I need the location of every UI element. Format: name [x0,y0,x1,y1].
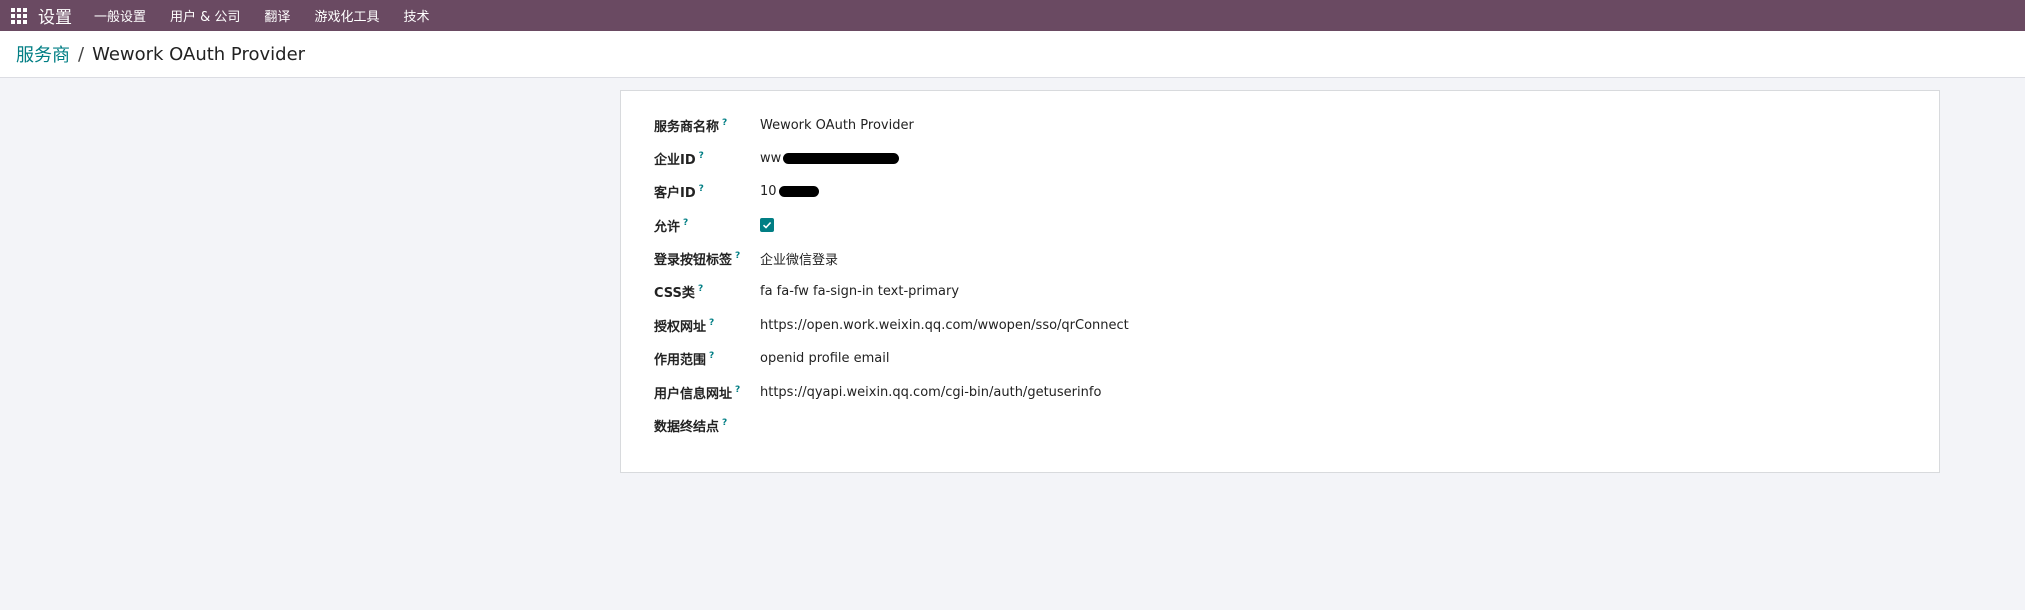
menu-general-settings[interactable]: 一般设置 [94,6,146,25]
field-data-endpoint: 数据终结点? [654,415,760,435]
field-label: 作用范围? [654,351,715,368]
check-icon [762,221,772,229]
breadcrumb-current: Wework OAuth Provider [92,43,306,65]
client-id-value[interactable]: 10 [760,184,819,199]
userinfo-url-value[interactable]: https://qyapi.weixin.qq.com/cgi-bin/auth… [760,385,1101,400]
field-label: 允许? [654,218,689,235]
field-label: 数据终结点? [654,418,728,435]
field-label: 客户ID? [654,184,704,201]
apps-menu-icon[interactable] [0,0,38,31]
help-icon[interactable]: ? [735,251,740,261]
help-icon[interactable]: ? [722,118,727,128]
help-icon[interactable]: ? [735,385,740,395]
help-icon[interactable]: ? [699,184,704,194]
app-brand[interactable]: 设置 [38,3,72,28]
enabled-checkbox[interactable] [760,218,774,232]
field-css-class: CSS类? fa fa-fw fa-sign-in text-primary [654,281,959,301]
form-sheet: 服务商名称? Wework OAuth Provider 企业ID? ww 客户… [620,90,1940,473]
menu-users-companies[interactable]: 用户 & 公司 [170,6,240,25]
field-auth-url: 授权网址? https://open.work.weixin.qq.com/ww… [654,315,1129,335]
menu-gamification[interactable]: 游戏化工具 [314,6,379,25]
field-client-id: 客户ID? 10 [654,181,819,201]
field-label: 服务商名称? [654,118,728,135]
top-navbar: 设置 一般设置 用户 & 公司 翻译 游戏化工具 技术 [0,0,2025,31]
field-label: 授权网址? [654,318,715,335]
menu-translations[interactable]: 翻译 [264,6,290,25]
field-label: 用户信息网址? [654,385,741,402]
provider-name-value[interactable]: Wework OAuth Provider [760,118,914,133]
redaction-mark [783,152,900,164]
redaction-mark [778,185,819,197]
field-label: 登录按钮标签? [654,251,741,268]
field-userinfo-url: 用户信息网址? https://qyapi.weixin.qq.com/cgi-… [654,382,1101,402]
breadcrumb-parent-link[interactable]: 服务商 [16,41,70,67]
field-enabled: 允许? [654,215,774,235]
breadcrumb-separator: / [78,43,85,65]
login-label-value[interactable]: 企业微信登录 [760,249,838,268]
scope-value[interactable]: openid profile email [760,351,890,366]
field-provider-name: 服务商名称? Wework OAuth Provider [654,115,914,135]
help-icon[interactable]: ? [683,218,688,228]
field-scope: 作用范围? openid profile email [654,348,890,368]
corp-id-value[interactable]: ww [760,151,900,166]
field-label: 企业ID? [654,151,704,168]
field-label: CSS类? [654,284,704,301]
breadcrumb: 服务商 / Wework OAuth Provider [0,31,2025,78]
auth-url-value[interactable]: https://open.work.weixin.qq.com/wwopen/s… [760,318,1129,333]
field-login-label: 登录按钮标签? 企业微信登录 [654,248,838,268]
help-icon[interactable]: ? [709,351,714,361]
help-icon[interactable]: ? [699,151,704,161]
help-icon[interactable]: ? [698,284,703,294]
menu-technical[interactable]: 技术 [403,6,429,25]
field-corp-id: 企业ID? ww [654,148,900,168]
css-class-value[interactable]: fa fa-fw fa-sign-in text-primary [760,284,959,299]
help-icon[interactable]: ? [709,318,714,328]
help-icon[interactable]: ? [722,418,727,428]
